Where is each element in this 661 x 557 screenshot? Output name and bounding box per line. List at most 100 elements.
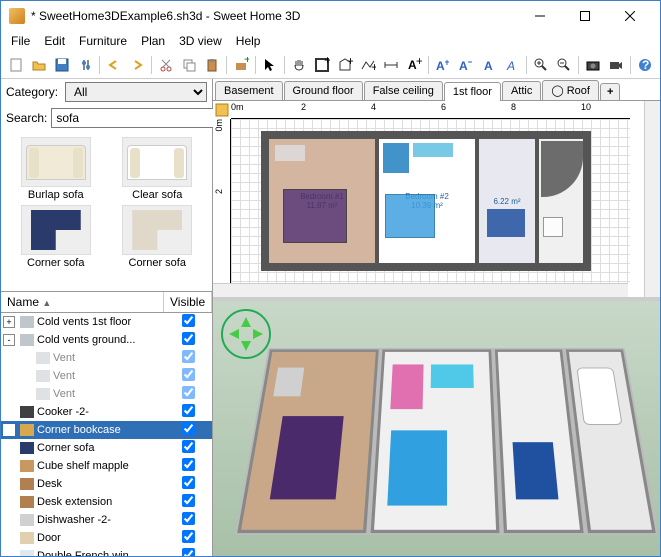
menu-edit[interactable]: Edit	[38, 32, 71, 50]
select-icon[interactable]	[259, 54, 281, 76]
tree-row[interactable]: Cube shelf mapple	[1, 457, 212, 475]
text-smaller-icon[interactable]: A	[455, 54, 477, 76]
furniture-icon	[20, 424, 34, 436]
plan-scrollbar-v[interactable]	[644, 101, 660, 297]
tree-row[interactable]: Vent	[1, 349, 212, 367]
3d-nav-compass[interactable]	[221, 309, 271, 359]
catalog-item[interactable]: Corner sofa	[107, 203, 209, 271]
menu-furniture[interactable]: Furniture	[73, 32, 133, 50]
text-bigger-icon[interactable]: A	[432, 54, 454, 76]
minimize-button[interactable]	[517, 2, 562, 30]
help-icon[interactable]: ?	[634, 54, 656, 76]
visible-checkbox[interactable]	[182, 530, 195, 543]
level-tab[interactable]: Ground floor	[284, 81, 363, 100]
tree-row[interactable]: Desk extension	[1, 493, 212, 511]
level-tab[interactable]: Basement	[215, 81, 283, 100]
tree-row[interactable]: +Cold vents 1st floor	[1, 313, 212, 331]
room-stairs[interactable]	[537, 137, 585, 265]
3d-view[interactable]	[213, 301, 660, 556]
room-hall[interactable]: 6.22 m²	[477, 137, 537, 265]
col-name[interactable]: Name ▲	[1, 292, 164, 312]
visible-checkbox[interactable]	[182, 386, 195, 399]
room-bedroom1[interactable]: Bedroom #1 11.87 m²	[267, 137, 377, 265]
svg-text:+: +	[244, 57, 249, 66]
plan-origin-icon[interactable]	[215, 103, 229, 117]
text-italic-icon[interactable]: A	[501, 54, 523, 76]
undo-icon[interactable]	[103, 54, 125, 76]
tree-toggle[interactable]: +	[3, 316, 15, 328]
tree-toggle[interactable]: -	[3, 334, 15, 346]
tree-row[interactable]: Desk	[1, 475, 212, 493]
close-button[interactable]	[607, 2, 652, 30]
visible-checkbox[interactable]	[182, 458, 195, 471]
tree-row[interactable]: Cooker -2-	[1, 403, 212, 421]
tree-row[interactable]: Vent	[1, 385, 212, 403]
visible-checkbox[interactable]	[182, 368, 195, 381]
visible-checkbox[interactable]	[182, 512, 195, 525]
preferences-icon[interactable]	[74, 54, 96, 76]
tree-row[interactable]: Corner sofa	[1, 439, 212, 457]
level-tab[interactable]: 1st floor	[444, 82, 501, 101]
add-level-button[interactable]: +	[600, 83, 620, 100]
pan-icon[interactable]	[288, 54, 310, 76]
tree-row[interactable]: Dishwasher -2-	[1, 511, 212, 529]
redo-icon[interactable]	[126, 54, 148, 76]
visible-checkbox[interactable]	[182, 404, 195, 417]
furniture-tree[interactable]: +Cold vents 1st floor-Cold vents ground.…	[1, 313, 212, 556]
search-input[interactable]	[51, 108, 216, 128]
catalog-item[interactable]: Clear sofa	[107, 135, 209, 203]
create-dimension-icon[interactable]	[380, 54, 402, 76]
visible-checkbox[interactable]	[182, 314, 195, 327]
catalog-item[interactable]: Burlap sofa	[5, 135, 107, 203]
copy-icon[interactable]	[178, 54, 200, 76]
menu-help[interactable]: Help	[230, 32, 267, 50]
menu-plan[interactable]: Plan	[135, 32, 171, 50]
room-bedroom2[interactable]: Bedroom #2 10.39 m²	[377, 137, 477, 265]
text-bold-icon[interactable]: A	[478, 54, 500, 76]
create-polyline-icon[interactable]: +	[357, 54, 379, 76]
col-visible[interactable]: Visible	[164, 292, 212, 312]
tree-row[interactable]: Double French win...	[1, 547, 212, 556]
photo-icon[interactable]	[582, 54, 604, 76]
visible-checkbox[interactable]	[182, 476, 195, 489]
add-furniture-icon[interactable]: +	[230, 54, 252, 76]
open-icon[interactable]	[28, 54, 50, 76]
create-room-icon[interactable]: +	[334, 54, 356, 76]
level-tab[interactable]: False ceiling	[364, 81, 443, 100]
catalog-item[interactable]: Corner sofa	[5, 203, 107, 271]
menu-file[interactable]: File	[5, 32, 36, 50]
menu-3dview[interactable]: 3D view	[173, 32, 228, 50]
tree-row[interactable]: -Cold vents ground...	[1, 331, 212, 349]
create-text-icon[interactable]: A+	[403, 54, 425, 76]
floorplan[interactable]: Bedroom #1 11.87 m² Bedroom #2 10.39 m² …	[261, 131, 591, 271]
new-icon[interactable]	[5, 54, 27, 76]
create-walls-icon[interactable]: +	[311, 54, 333, 76]
cut-icon[interactable]	[155, 54, 177, 76]
tree-label: Desk extension	[37, 496, 164, 508]
furniture-catalog[interactable]: Burlap sofa Clear sofa Corner sofa Corne…	[1, 131, 212, 291]
visible-checkbox[interactable]	[182, 440, 195, 453]
tree-label: Vent	[53, 370, 164, 382]
category-select[interactable]: All	[65, 82, 207, 102]
tree-row[interactable]: Vent	[1, 367, 212, 385]
video-icon[interactable]	[605, 54, 627, 76]
visible-checkbox[interactable]	[182, 332, 195, 345]
level-tab[interactable]: Attic	[502, 81, 541, 100]
paste-icon[interactable]	[201, 54, 223, 76]
visible-checkbox[interactable]	[182, 422, 195, 435]
tree-row[interactable]: Door	[1, 529, 212, 547]
zoom-out-icon[interactable]	[553, 54, 575, 76]
visible-checkbox[interactable]	[182, 350, 195, 363]
tree-toggle	[19, 388, 31, 400]
save-icon[interactable]	[51, 54, 73, 76]
plan-view[interactable]: 0m246810 0m2 Bedroom #1 11.87 m²	[213, 101, 660, 301]
level-tab[interactable]: ◯ Roof	[542, 80, 599, 100]
visible-checkbox[interactable]	[182, 548, 195, 556]
visible-checkbox[interactable]	[182, 494, 195, 507]
tree-row[interactable]: Corner bookcase	[1, 421, 212, 439]
search-label: Search:	[6, 111, 47, 125]
furniture-list-header: Name ▲ Visible	[1, 291, 212, 313]
plan-scrollbar-h[interactable]	[213, 283, 628, 297]
maximize-button[interactable]	[562, 2, 607, 30]
zoom-in-icon[interactable]	[530, 54, 552, 76]
